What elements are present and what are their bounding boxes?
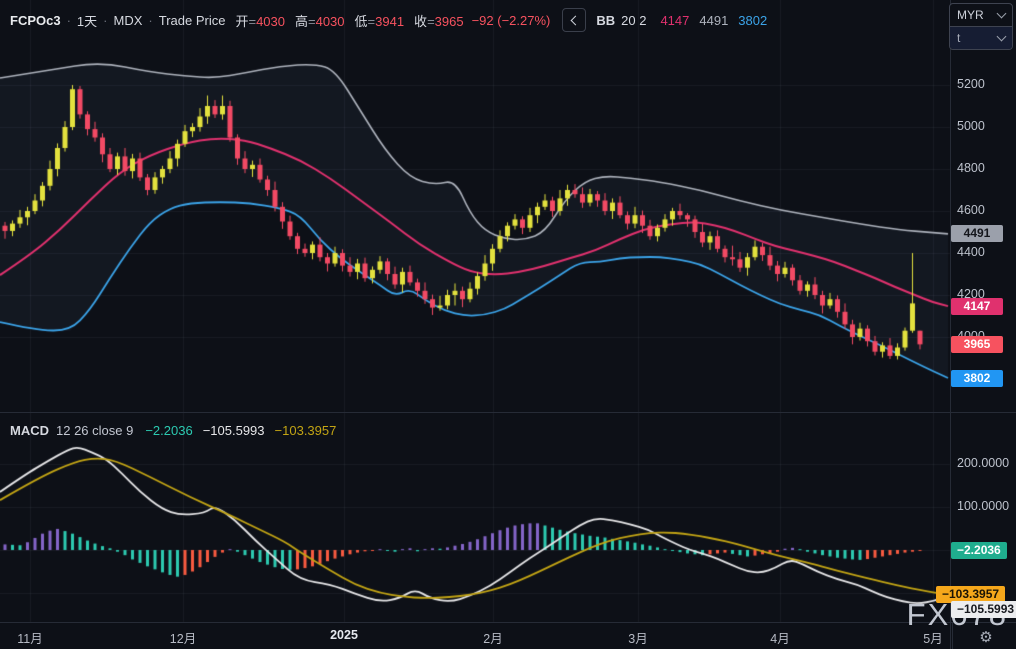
- price-tick-label: 4600: [957, 203, 985, 217]
- axis-unit-box: MYR t: [949, 3, 1013, 50]
- bb-params: 20 2: [621, 12, 647, 28]
- interval-label[interactable]: 1天: [77, 11, 97, 30]
- legend-separator: ·: [66, 12, 71, 28]
- close-pair: 收=3965: [414, 13, 464, 29]
- low-pair: 低=3941: [354, 13, 405, 29]
- bb-basis-badge: 4147: [951, 297, 1003, 315]
- open-pair: 开=4030: [235, 13, 285, 29]
- close-value: 3965: [434, 13, 464, 29]
- low-value: 3941: [375, 13, 405, 29]
- high-value: 4030: [315, 13, 345, 29]
- bb-lower-badge: 3802: [951, 370, 1003, 388]
- macd-hist-badge: −2.2036: [951, 542, 1007, 560]
- time-axis-label: 12月: [169, 632, 197, 646]
- macd-indicator-label[interactable]: MACD: [10, 423, 49, 438]
- bb-indicator-label[interactable]: BB: [596, 13, 615, 28]
- chevron-left-icon: [570, 15, 581, 25]
- symbol-name[interactable]: FCPOc3: [10, 13, 61, 28]
- macd-pane[interactable]: [0, 413, 950, 622]
- time-axis-label: 2025: [330, 628, 358, 642]
- bb-basis-value: 4147: [660, 12, 690, 28]
- series-type-label: Trade Price: [158, 12, 226, 28]
- time-axis-border: [0, 622, 1016, 623]
- pane-separator[interactable]: [0, 412, 1016, 413]
- price-tick-label: 4800: [957, 161, 985, 175]
- macd-tick-label: 200.0000: [957, 456, 1010, 470]
- bb-upper-value: 4491: [699, 12, 729, 28]
- price-tick-label: 5000: [957, 119, 985, 133]
- legend-separator: ·: [103, 12, 108, 28]
- price-tick-label: 4400: [957, 245, 985, 259]
- change-value: −92 (−2.27%): [471, 12, 551, 28]
- chevron-down-icon: [996, 8, 1007, 19]
- legend-separator: ·: [148, 12, 153, 28]
- exchange-label: MDX: [113, 12, 143, 28]
- bb-upper-badge: 4491: [951, 225, 1003, 243]
- currency-selector[interactable]: MYR: [950, 4, 1012, 26]
- macd-indicator-legend: MACD 12 26 close 9 −2.2036 −105.5993 −10…: [10, 421, 336, 439]
- macd-params: 12 26 close 9: [56, 422, 134, 438]
- macd-hist-value: −2.2036: [145, 422, 193, 438]
- time-axis-label: 4月: [770, 632, 790, 646]
- unit-selector[interactable]: t: [950, 26, 1012, 49]
- chevron-down-icon: [996, 31, 1007, 42]
- macd-signal-value: −103.3957: [274, 422, 337, 438]
- bb-lower-value: 3802: [738, 12, 768, 28]
- time-axis-label: 2月: [483, 632, 503, 646]
- time-axis-label: 11月: [17, 632, 43, 646]
- bb-indicator-legend: BB 20 2 4147 4491 3802: [596, 13, 767, 28]
- main-price-pane[interactable]: [0, 0, 950, 412]
- open-value: 4030: [256, 13, 285, 29]
- price-tick-label: 5200: [957, 77, 985, 91]
- legend-collapse-button[interactable]: [562, 8, 587, 32]
- time-axis-label: 3月: [628, 632, 648, 646]
- macd-line-value: −105.5993: [202, 422, 265, 438]
- high-pair: 高=4030: [294, 13, 345, 29]
- macd-tick-label: 100.0000: [957, 499, 1010, 513]
- trading-chart-app: FCPOc3 · 1天 · MDX · Trade Price 开=4030 高…: [0, 0, 1016, 649]
- last-price-badge: 3965: [951, 335, 1003, 353]
- macd-line-badge: −105.5993: [951, 600, 1016, 618]
- symbol-legend: FCPOc3 · 1天 · MDX · Trade Price 开=4030 高…: [10, 8, 767, 32]
